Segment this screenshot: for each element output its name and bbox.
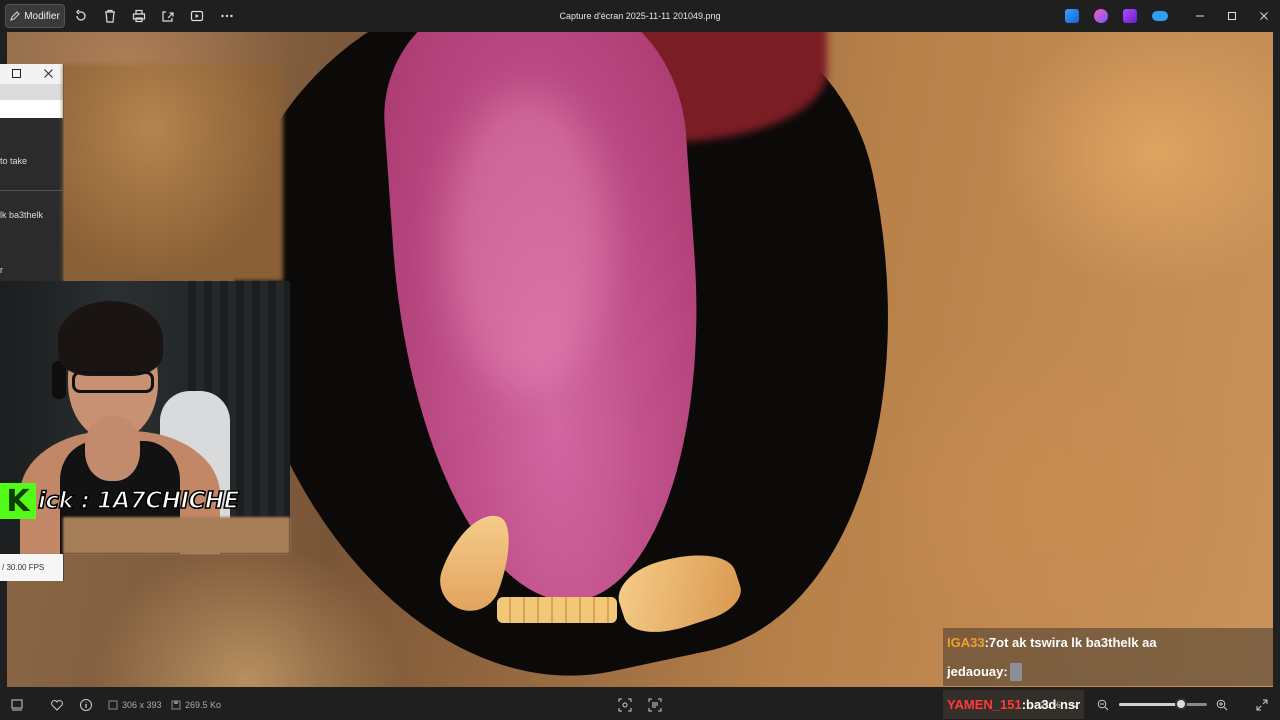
ocr-button[interactable]: [648, 690, 662, 720]
obs-text-3: r: [0, 265, 3, 275]
more-icon: [221, 14, 233, 18]
fullscreen-icon: [1256, 699, 1268, 711]
obs-titlebar: [0, 64, 63, 84]
chevron-down-icon: [1071, 703, 1078, 708]
obs-input[interactable]: [0, 100, 63, 118]
maximize-button[interactable]: [1222, 6, 1242, 26]
share-button[interactable]: [154, 4, 182, 28]
chat-user: IGA33: [947, 635, 985, 650]
filmstrip-icon: [11, 699, 23, 711]
chat-message: IGA33 : 7ot ak tswira lk ba3thelk aa: [943, 628, 1273, 657]
heart-icon: [51, 700, 63, 711]
blurred-region: [63, 64, 283, 281]
save-icon: [171, 700, 181, 710]
zoom-slider-fill: [1119, 703, 1181, 706]
close-button[interactable]: [1254, 6, 1274, 26]
more-button[interactable]: [213, 4, 241, 28]
chat-overlay: IGA33 : 7ot ak tswira lk ba3thelk aa jed…: [943, 628, 1273, 686]
kick-handle: ick : 1A7CHICHE: [37, 487, 240, 515]
edit-icon: [10, 11, 20, 21]
zoom-out-button[interactable]: [1097, 690, 1109, 720]
onedrive-icon[interactable]: [1152, 11, 1168, 21]
rotate-button[interactable]: [67, 4, 95, 28]
print-icon: [132, 9, 146, 23]
clipchamp-app-icon[interactable]: [1123, 9, 1137, 23]
rotate-icon: [76, 9, 86, 21]
webcam-hand: [85, 416, 140, 481]
fullscreen-button[interactable]: [1256, 690, 1268, 720]
obs-fps: / 30.00 FPS: [0, 554, 63, 581]
kick-logo: K: [0, 483, 36, 519]
emote-icon: [1009, 662, 1022, 681]
info-button[interactable]: [79, 690, 93, 720]
scan-text-icon: [648, 698, 662, 712]
webcam-glasses: [72, 371, 154, 393]
close-icon: [1260, 12, 1268, 20]
obs-close-icon[interactable]: [44, 69, 53, 78]
info-icon: [80, 699, 92, 711]
obs-divider: [0, 190, 63, 191]
filesize: 269.5 Ko: [171, 690, 221, 720]
paint-app-icon[interactable]: [1065, 9, 1079, 23]
blurred-bottom: [63, 517, 290, 554]
slideshow-button[interactable]: [183, 4, 211, 28]
chat-message: jedaouay :: [943, 657, 1273, 686]
zoom-out-icon: [1097, 699, 1109, 711]
minimize-button[interactable]: [1190, 6, 1210, 26]
fit-screen-icon: [618, 698, 632, 712]
share-icon: [162, 11, 174, 22]
obs-toolbar: [0, 84, 63, 100]
obs-text-2: lk ba3thelk: [0, 210, 44, 220]
photo-teeth: [497, 597, 617, 623]
delete-button[interactable]: [96, 4, 124, 28]
kick-banner: K ick : 1A7CHICHE: [0, 481, 240, 521]
fit-screen-button[interactable]: [618, 690, 632, 720]
chat-user: YAMEN_151: [947, 697, 1022, 712]
delete-icon: [105, 9, 115, 23]
maximize-icon: [1228, 12, 1236, 20]
obs-text-1: to take: [0, 156, 28, 166]
modifier-button[interactable]: Modifier: [5, 4, 65, 28]
filmstrip-button[interactable]: [10, 690, 24, 720]
modifier-label: Modifier: [24, 10, 60, 22]
zoom-dropdown[interactable]: 21 %: [1040, 690, 1079, 720]
zoom-slider-thumb[interactable]: [1174, 698, 1187, 710]
chat-user: jedaouay: [947, 664, 1004, 679]
favorite-button[interactable]: [50, 690, 64, 720]
dimensions: 306 x 393: [108, 690, 162, 720]
title-bar: Modifier Capture d'écran 2025-11-11 2010…: [0, 0, 1280, 32]
print-button[interactable]: [125, 4, 153, 28]
photo-tongue-highlight: [447, 92, 607, 392]
dimensions-text: 306 x 393: [122, 700, 162, 710]
dimensions-icon: [108, 700, 118, 710]
status-bar: 306 x 393 269.5 Ko YAMEN_151 : ba3d nsr …: [0, 690, 1280, 720]
webcam-hair: [58, 301, 163, 376]
zoom-value: 21 %: [1040, 700, 1061, 710]
zoom-in-icon: [1216, 699, 1228, 711]
slideshow-icon: [190, 10, 204, 22]
zoom-in-button[interactable]: [1216, 690, 1228, 720]
zoom-slider[interactable]: [1119, 698, 1207, 710]
chat-separator: :: [1003, 664, 1008, 679]
obs-maximize-icon[interactable]: [12, 69, 21, 78]
copilot-app-icon[interactable]: [1094, 9, 1108, 23]
chat-text: 7ot ak tswira lk ba3thelk aa: [988, 635, 1157, 650]
filesize-text: 269.5 Ko: [185, 700, 222, 710]
minimize-icon: [1196, 15, 1204, 17]
